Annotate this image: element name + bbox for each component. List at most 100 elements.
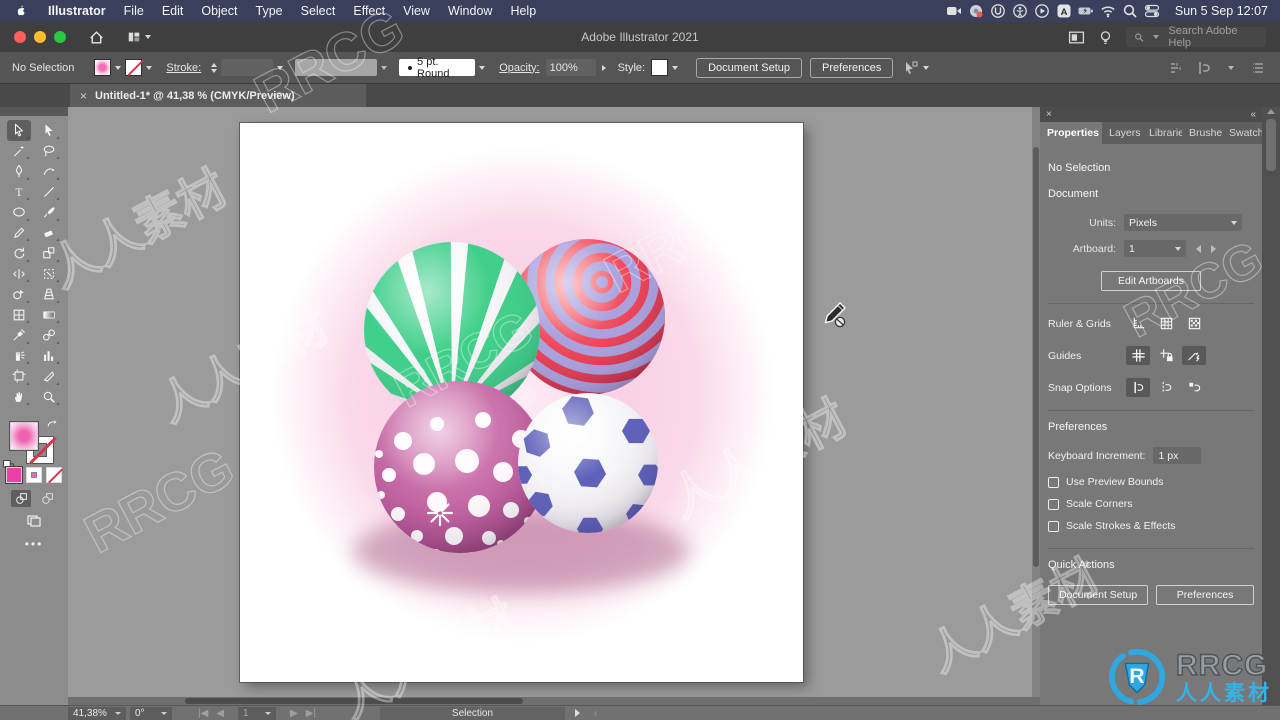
browser-icon[interactable]: [968, 3, 984, 19]
chevron-down-icon[interactable]: [923, 65, 930, 70]
direct-selection-tool[interactable]: [37, 120, 61, 141]
status-play-icon[interactable]: [575, 709, 580, 717]
canvas-area[interactable]: [68, 107, 1040, 705]
stroke-color-swatch[interactable]: [125, 59, 143, 76]
previous-artboard-nav-icon[interactable]: ◀: [216, 708, 224, 719]
panel-close-icon[interactable]: ×: [1046, 109, 1052, 120]
lightbulb-icon[interactable]: [1097, 29, 1114, 46]
hand-tool[interactable]: [7, 387, 31, 408]
artboard[interactable]: [240, 123, 803, 682]
panel-collapse-icon[interactable]: «: [1250, 109, 1256, 120]
gradient-button[interactable]: [26, 467, 42, 483]
menu-effect[interactable]: Effect: [344, 4, 394, 18]
guides-button[interactable]: [1126, 346, 1150, 365]
menu-bar-clock[interactable]: Sun 5 Sep 12:07: [1175, 4, 1268, 18]
chevron-down-icon[interactable]: [115, 65, 122, 70]
home-icon[interactable]: [88, 29, 105, 46]
tools-panel-header[interactable]: [0, 107, 68, 116]
next-artboard-icon[interactable]: [1211, 244, 1216, 253]
shape-tool[interactable]: [7, 202, 31, 223]
quick-document-setup-button[interactable]: Document Setup: [1048, 585, 1149, 605]
stroke-weight-stepper[interactable]: [211, 62, 218, 73]
ruler-button[interactable]: [1126, 314, 1150, 333]
chevron-down-icon[interactable]: [672, 65, 679, 70]
close-window-button[interactable]: [14, 31, 26, 43]
status-field[interactable]: Selection: [380, 706, 565, 720]
panel-scrollbar[interactable]: [1262, 107, 1280, 705]
magic-wand-tool[interactable]: [7, 141, 31, 162]
align-icon[interactable]: [1168, 60, 1184, 76]
tab-brushes[interactable]: Brushes: [1182, 122, 1222, 144]
utorrent-icon[interactable]: [990, 3, 1006, 19]
eraser-tool[interactable]: [37, 223, 61, 244]
last-artboard-icon[interactable]: ▶|: [306, 708, 316, 719]
gradient-tool[interactable]: [37, 305, 61, 326]
swap-fill-stroke-icon[interactable]: [46, 419, 58, 431]
apple-menu-icon[interactable]: [14, 4, 29, 19]
screen-record-icon[interactable]: [946, 3, 962, 19]
rotate-tool[interactable]: [7, 243, 31, 264]
snap-options-icon[interactable]: [1196, 60, 1212, 76]
rotation-select[interactable]: 0°: [130, 706, 172, 720]
menu-type[interactable]: Type: [247, 4, 292, 18]
next-artboard-nav-icon[interactable]: ▶: [290, 708, 298, 719]
menu-view[interactable]: View: [394, 4, 439, 18]
free-transform-tool[interactable]: [37, 264, 61, 285]
snap-pixel-button[interactable]: [1182, 378, 1206, 397]
menu-list-icon[interactable]: [1250, 60, 1266, 76]
close-document-icon[interactable]: ×: [80, 89, 87, 103]
menu-object[interactable]: Object: [192, 4, 246, 18]
graph-tool[interactable]: [37, 346, 61, 367]
width-tool[interactable]: [7, 264, 31, 285]
accessibility-icon[interactable]: [1012, 3, 1028, 19]
slice-tool[interactable]: [37, 366, 61, 387]
zoom-window-button[interactable]: [54, 31, 66, 43]
wifi-icon[interactable]: [1100, 3, 1116, 19]
units-select[interactable]: Pixels: [1124, 214, 1242, 231]
first-artboard-icon[interactable]: |◀: [198, 708, 208, 719]
line-tool[interactable]: [37, 182, 61, 203]
snap-grid-button[interactable]: [1154, 378, 1178, 397]
stroke-weight-label[interactable]: Stroke:: [166, 62, 201, 74]
chevron-down-icon[interactable]: [479, 65, 486, 70]
document-tab[interactable]: × Untitled-1* @ 41,38 % (CMYK/Preview): [70, 84, 366, 107]
checkbox-use-preview-bounds[interactable]: [1048, 476, 1059, 488]
lock-guides-button[interactable]: [1154, 346, 1178, 365]
canvas-vertical-scrollbar[interactable]: [1032, 107, 1040, 697]
input-source-icon[interactable]: A: [1056, 3, 1072, 19]
smart-guides-button[interactable]: [1182, 346, 1206, 365]
previous-artboard-icon[interactable]: [1196, 244, 1201, 253]
transparency-grid-button[interactable]: [1182, 314, 1206, 333]
search-adobe-help-input[interactable]: Search Adobe Help: [1126, 25, 1266, 49]
arrange-documents-icon[interactable]: [1068, 29, 1085, 46]
tab-libraries[interactable]: Libraries: [1142, 122, 1182, 144]
isolate-selection-icon[interactable]: [903, 60, 919, 76]
checkbox-scale-corners[interactable]: [1048, 498, 1059, 510]
grid-button[interactable]: [1154, 314, 1178, 333]
menu-illustrator[interactable]: Illustrator: [39, 4, 115, 18]
draw-normal-button[interactable]: [11, 490, 31, 507]
zoom-tool[interactable]: [37, 387, 61, 408]
chevron-down-icon[interactable]: [1228, 65, 1234, 70]
fill-color-swatch[interactable]: [94, 59, 112, 76]
blend-tool[interactable]: [37, 325, 61, 346]
workspace-layout-icon[interactable]: [127, 29, 155, 46]
tab-properties[interactable]: Properties: [1040, 122, 1102, 144]
none-button[interactable]: [46, 467, 62, 483]
screen-mode-button[interactable]: [0, 512, 68, 528]
snap-point-button[interactable]: [1126, 378, 1150, 397]
quick-preferences-button[interactable]: Preferences: [1156, 585, 1254, 605]
spotlight-icon[interactable]: [1122, 3, 1138, 19]
tab-swatches[interactable]: Swatches: [1222, 122, 1262, 144]
player-icon[interactable]: [1034, 3, 1050, 19]
edit-toolbar-button[interactable]: •••: [0, 537, 68, 551]
stroke-weight-select[interactable]: [221, 59, 274, 76]
minimize-window-button[interactable]: [34, 31, 46, 43]
menu-file[interactable]: File: [115, 4, 153, 18]
pen-tool[interactable]: [7, 161, 31, 182]
chevron-down-icon[interactable]: [277, 65, 284, 70]
selection-tool[interactable]: [7, 120, 31, 141]
variable-width-profile-select[interactable]: [295, 59, 378, 76]
zoom-level-select[interactable]: 41,38%: [68, 706, 126, 720]
control-center-icon[interactable]: [1144, 3, 1160, 19]
